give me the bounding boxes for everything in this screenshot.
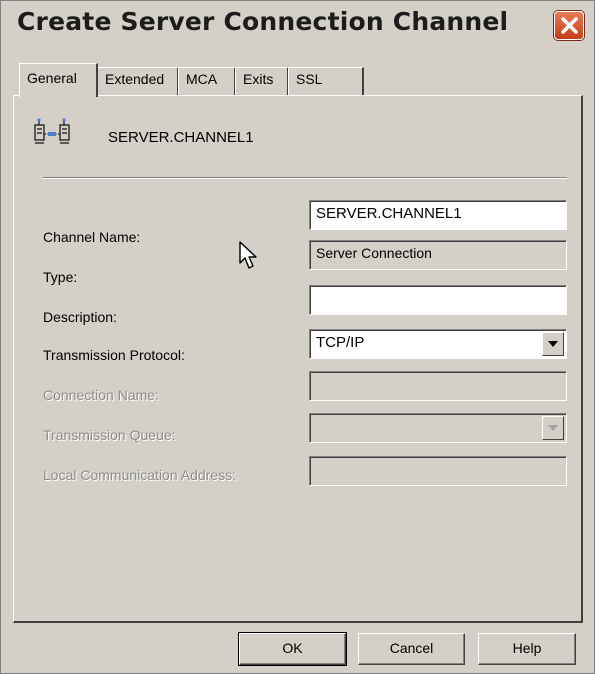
transmission-queue-select[interactable] (309, 413, 567, 443)
tab-exits[interactable]: Exits (235, 67, 289, 95)
connection-name-label: Connection Name: (43, 387, 159, 403)
channel-header-name: SERVER.CHANNEL1 (108, 129, 254, 146)
local-communication-address-label: Local Communication Address: (43, 467, 236, 483)
help-button[interactable]: Help (478, 633, 576, 665)
transmission-queue-label: Transmission Queue: (43, 427, 176, 443)
tab-extended[interactable]: Extended (97, 67, 179, 95)
chevron-down-icon (548, 425, 558, 431)
type-field: Server Connection (309, 240, 567, 270)
channel-icon (34, 118, 70, 144)
dialog-window: Create Server Connection Channel General… (0, 0, 595, 674)
transmission-protocol-label: Transmission Protocol: (43, 347, 185, 363)
description-input[interactable] (309, 285, 567, 315)
window-title: Create Server Connection Channel (17, 7, 509, 36)
local-communication-address-input[interactable] (309, 456, 567, 486)
title-bar: Create Server Connection Channel (1, 1, 594, 47)
type-label: Type: (43, 269, 78, 285)
channel-name-label: Channel Name: (43, 229, 141, 245)
chevron-down-icon (548, 341, 558, 347)
transmission-protocol-value: TCP/IP (316, 334, 365, 351)
tab-general[interactable]: General (19, 63, 98, 97)
transmission-protocol-select[interactable]: TCP/IP (309, 329, 567, 359)
close-icon (561, 17, 578, 34)
close-button[interactable] (554, 11, 584, 40)
channel-name-input[interactable]: SERVER.CHANNEL1 (309, 200, 567, 230)
mouse-cursor-icon (239, 241, 257, 269)
tab-ssl[interactable]: SSL (288, 67, 364, 95)
cancel-button[interactable]: Cancel (358, 633, 465, 665)
transmission-queue-dropdown-button[interactable] (542, 416, 564, 440)
ok-button[interactable]: OK (238, 632, 347, 666)
description-label: Description: (43, 309, 117, 325)
connection-name-input[interactable] (309, 371, 567, 401)
tab-mca[interactable]: MCA (178, 67, 236, 95)
divider (43, 177, 567, 179)
transmission-protocol-dropdown-button[interactable] (542, 332, 564, 356)
